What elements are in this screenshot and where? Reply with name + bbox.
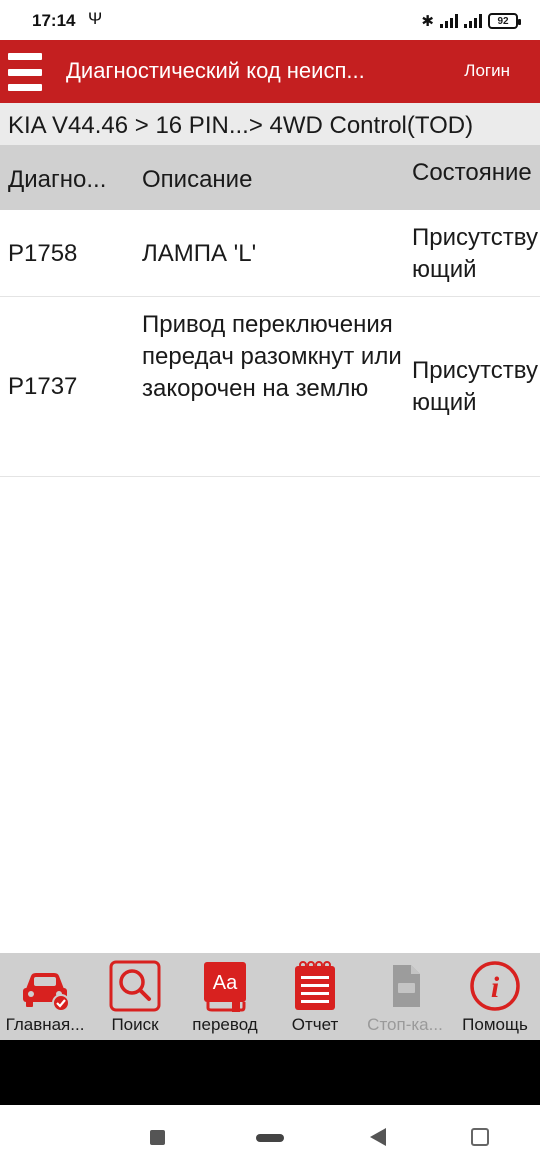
- usb-icon: Ψ: [88, 9, 103, 28]
- search-icon: [109, 960, 161, 1012]
- report-icon: [295, 961, 335, 1010]
- status-bar: 17:14 Ψ ✱ 92: [0, 0, 540, 40]
- column-header-code: Диагно...: [8, 166, 107, 193]
- column-header-state: Состояние: [412, 159, 532, 186]
- back-icon[interactable]: [370, 1128, 386, 1146]
- car-check-icon: [23, 973, 70, 1012]
- black-strip: [0, 1040, 540, 1105]
- table-body: P1758 ЛАМПА 'L' Присутствующий P1737 При…: [0, 210, 540, 477]
- page-title: Диагностический код неисп...: [66, 58, 365, 83]
- login-button[interactable]: Логин: [464, 61, 510, 81]
- bottom-toolbar: Главная... Поиск Aa перевод Отчет Стоп-к…: [0, 953, 540, 1040]
- report-label: Отчет: [291, 1015, 339, 1034]
- translate-icon: Aa: [204, 962, 246, 1012]
- battery-icon: 92: [488, 13, 521, 29]
- rotate-icon[interactable]: [471, 1128, 489, 1146]
- svg-text:i: i: [491, 971, 500, 1004]
- dtc-code: P1758: [8, 240, 78, 267]
- dtc-description: Привод переключения передач разомкнут ил…: [142, 311, 402, 402]
- home-button[interactable]: Главная...: [0, 953, 90, 1040]
- column-header-description: Описание: [142, 166, 253, 193]
- dtc-code: P1737: [8, 373, 78, 400]
- svg-text:Aa: Aa: [213, 972, 238, 994]
- app-bar: Диагностический код неисп... Логин: [0, 40, 540, 103]
- system-nav-bar: [0, 1105, 540, 1170]
- table-row[interactable]: P1737 Привод переключения передач разомк…: [0, 297, 540, 477]
- signal-icon-2: [464, 14, 482, 28]
- breadcrumb-text: KIA V44.46 > 16 PIN...> 4WD Control(TOD): [8, 112, 474, 139]
- translate-button[interactable]: Aa перевод: [180, 953, 270, 1040]
- recent-apps-icon[interactable]: [150, 1130, 165, 1145]
- translate-label: перевод: [192, 1015, 258, 1034]
- freeze-frame-button[interactable]: Стоп-ка...: [360, 953, 450, 1040]
- search-button[interactable]: Поиск: [90, 953, 180, 1040]
- table-header: Диагно... Описание Состояние: [0, 145, 540, 210]
- battery-level: 92: [497, 15, 509, 27]
- breadcrumb: KIA V44.46 > 16 PIN...> 4WD Control(TOD): [0, 103, 540, 145]
- dtc-description: ЛАМПА 'L': [142, 240, 257, 267]
- home-label: Главная...: [5, 1015, 85, 1034]
- help-label: Помощь: [462, 1015, 528, 1034]
- dtc-state: Присутствующий: [412, 224, 538, 283]
- status-icons: ✱ 92: [421, 11, 521, 31]
- report-button[interactable]: Отчет: [270, 953, 360, 1040]
- dtc-state: Присутствующий: [412, 357, 538, 416]
- bluetooth-icon: ✱: [421, 13, 434, 30]
- document-icon: [393, 965, 420, 1007]
- signal-icon: [440, 14, 458, 28]
- home-pill-icon[interactable]: [256, 1134, 284, 1142]
- menu-icon[interactable]: [8, 52, 42, 92]
- help-button[interactable]: i Помощь: [450, 953, 540, 1040]
- freeze-frame-label: Стоп-ка...: [367, 1015, 443, 1034]
- status-time: 17:14: [32, 11, 76, 30]
- info-icon: i: [470, 961, 520, 1011]
- search-label: Поиск: [111, 1015, 159, 1034]
- table-row[interactable]: P1758 ЛАМПА 'L' Присутствующий: [0, 210, 540, 297]
